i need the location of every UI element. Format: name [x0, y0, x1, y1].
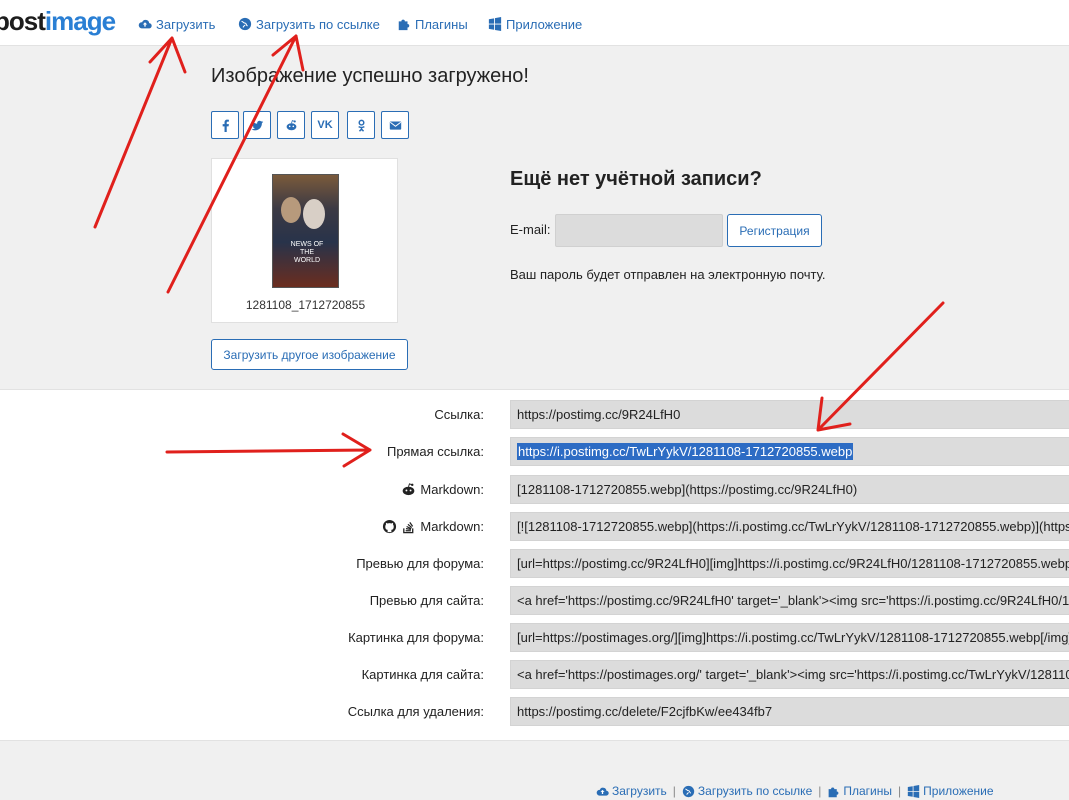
forum-image-label: Картинка для форума:: [348, 629, 484, 645]
nav-plugins[interactable]: Плагины: [397, 15, 468, 33]
stack-overflow-icon: [403, 521, 414, 533]
email-field[interactable]: [555, 214, 723, 247]
markdown-github-label: Markdown:: [382, 513, 484, 539]
globe-icon: [238, 17, 252, 31]
upload-result-panel: [0, 47, 1069, 389]
cloud-upload-icon: [138, 19, 152, 29]
markdown-github-field[interactable]: [![1281108-1712720855.webp](https://i.po…: [510, 512, 1069, 541]
selected-text: https://i.postimg.cc/TwLrYykV/1281108-17…: [517, 443, 854, 460]
markdown-reddit-label: Markdown:: [401, 476, 484, 502]
site-image-label: Картинка для сайта:: [361, 666, 484, 682]
image-thumbnail[interactable]: NEWS OF THE WORLD: [272, 174, 339, 288]
windows-icon: [488, 17, 502, 31]
github-icon: [383, 519, 397, 533]
postimage-logo[interactable]: postimage: [0, 6, 116, 37]
footer-app-link[interactable]: Приложение: [907, 784, 994, 798]
register-button[interactable]: Регистрация: [727, 214, 822, 247]
vk-icon: VK: [317, 119, 333, 131]
twitter-icon: [250, 120, 263, 130]
reddit-icon: [286, 119, 296, 130]
image-filename: 1281108_1712720855: [245, 298, 366, 312]
facebook-icon: [222, 119, 229, 132]
share-email-button[interactable]: [381, 111, 409, 139]
poster-title: NEWS OF THE WORLD: [290, 241, 324, 264]
site-thumbnail-label: Превью для сайта:: [369, 592, 484, 608]
delete-link-label: Ссылка для удаления:: [347, 703, 484, 719]
direct-link-label: Прямая ссылка:: [386, 443, 484, 459]
forum-thumbnail-label: Превью для форума:: [356, 555, 484, 571]
poster-figure: [303, 199, 325, 229]
globe-icon: [682, 785, 695, 797]
share-facebook-button[interactable]: [211, 111, 239, 139]
site-thumbnail-field[interactable]: <a href='https://postimg.cc/9R24LfH0' ta…: [510, 586, 1069, 615]
email-label: E-mail:: [510, 222, 551, 237]
nav-plugins-label: Плагины: [415, 16, 468, 32]
poster-figure: [281, 197, 301, 223]
footer-upload-link[interactable]: Загрузить: [596, 784, 667, 798]
reddit-icon: [403, 482, 415, 495]
nav-app[interactable]: Приложение: [488, 15, 582, 33]
footer-upload-by-link[interactable]: Загрузить по ссылке: [682, 784, 812, 798]
top-navigation: postimage Загрузить Загрузить по ссылке …: [0, 0, 1069, 46]
nav-upload-by-link-label: Загрузить по ссылке: [256, 16, 380, 32]
image-thumbnail-card: NEWS OF THE WORLD 1281108_1712720855: [211, 158, 398, 323]
site-image-field[interactable]: <a href='https://postimages.org/' target…: [510, 660, 1069, 689]
direct-link-field[interactable]: https://i.postimg.cc/TwLrYykV/1281108-17…: [510, 437, 1069, 466]
link-label: Ссылка:: [434, 406, 484, 422]
delete-link-field[interactable]: https://postimg.cc/delete/F2cjfbKw/ee434…: [510, 697, 1069, 726]
link-field[interactable]: https://postimg.cc/9R24LfH0: [510, 400, 1069, 429]
upload-another-image-button[interactable]: Загрузить другое изображение: [211, 339, 408, 370]
forum-thumbnail-field[interactable]: [url=https://postimg.cc/9R24LfH0][img]ht…: [510, 549, 1069, 578]
footer-plugins-link[interactable]: Плагины: [827, 784, 892, 798]
share-odnoklassniki-button[interactable]: [347, 111, 375, 139]
nav-upload-label: Загрузить: [156, 16, 216, 32]
nav-upload[interactable]: Загрузить: [138, 15, 215, 33]
share-twitter-button[interactable]: [243, 111, 271, 139]
cloud-upload-icon: [596, 787, 609, 796]
nav-app-label: Приложение: [506, 16, 583, 32]
forum-image-field[interactable]: [url=https://postimages.org/][img]https:…: [510, 623, 1069, 652]
share-vk-button[interactable]: VK: [311, 111, 339, 139]
upload-success-title: Изображение успешно загружено!: [211, 65, 529, 87]
share-reddit-button[interactable]: [277, 111, 305, 139]
no-account-title: Ещё нет учётной записи?: [510, 168, 762, 190]
odnoklassniki-icon: [357, 119, 365, 132]
markdown-reddit-field[interactable]: [1281108-1712720855.webp](https://postim…: [510, 475, 1069, 504]
puzzle-icon: [398, 19, 410, 31]
windows-icon: [907, 784, 920, 798]
email-icon: [389, 120, 401, 130]
nav-upload-by-link[interactable]: Загрузить по ссылке: [238, 15, 380, 33]
puzzle-icon: [829, 786, 839, 797]
password-note: Ваш пароль будет отправлен на электронну…: [510, 267, 826, 282]
footer-navigation: Загрузить | Загрузить по ссылке | Плагин…: [596, 784, 994, 798]
